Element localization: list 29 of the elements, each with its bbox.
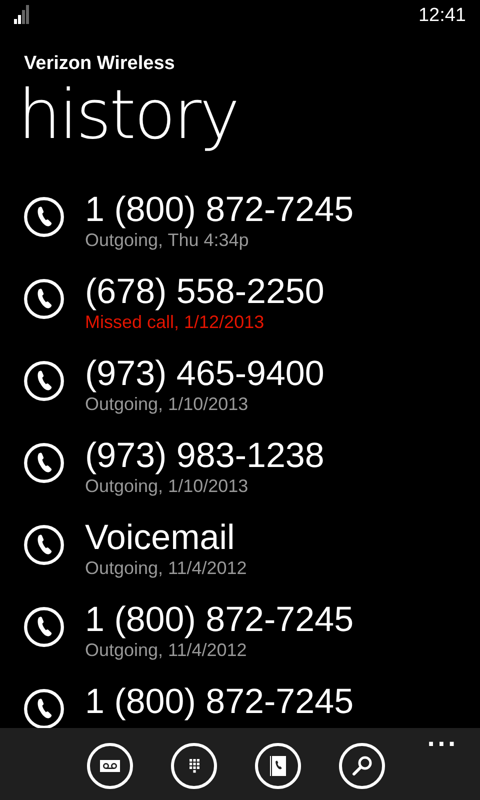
search-icon[interactable] bbox=[339, 743, 385, 789]
more-button[interactable]: ... bbox=[426, 728, 458, 752]
call-number[interactable]: (973) 983-1238 bbox=[85, 436, 324, 476]
call-detail: Missed call, 1/12/2013 bbox=[85, 312, 266, 332]
call-detail: Outgoing, 11/4/2012 bbox=[85, 558, 247, 578]
contact-book-icon[interactable] bbox=[255, 743, 301, 789]
phone-icon bbox=[23, 360, 65, 402]
call-detail: Outgoing, Thu 4:34p bbox=[85, 230, 250, 250]
voicemail-icon[interactable] bbox=[87, 743, 133, 789]
keypad-icon[interactable] bbox=[171, 743, 217, 789]
call-number[interactable]: Voicemail bbox=[85, 518, 247, 558]
call-detail: Outgoing, 1/10/2013 bbox=[85, 476, 250, 496]
call-number[interactable]: (678) 558-2250 bbox=[85, 272, 324, 312]
phone-icon bbox=[23, 606, 65, 648]
phone-icon bbox=[23, 688, 65, 730]
phone-icon bbox=[23, 196, 65, 238]
phone-icon bbox=[23, 278, 65, 320]
page-title: history bbox=[18, 76, 239, 156]
call-number[interactable]: 1 (800) 872-7245 bbox=[85, 682, 354, 722]
call-detail: Outgoing, 11/4/2012 bbox=[85, 640, 248, 660]
signal-icon bbox=[14, 4, 30, 24]
call-number[interactable]: (973) 465-9400 bbox=[85, 354, 324, 394]
status-time: 12:41 bbox=[418, 5, 466, 27]
call-number[interactable]: 1 (800) 872-7245 bbox=[85, 600, 354, 640]
account-name: Verizon Wireless bbox=[24, 52, 176, 76]
phone-icon bbox=[23, 524, 65, 566]
call-number[interactable]: 1 (800) 872-7245 bbox=[85, 190, 354, 230]
call-detail: Outgoing, 1/10/2013 bbox=[85, 394, 250, 414]
phone-icon bbox=[23, 442, 65, 484]
